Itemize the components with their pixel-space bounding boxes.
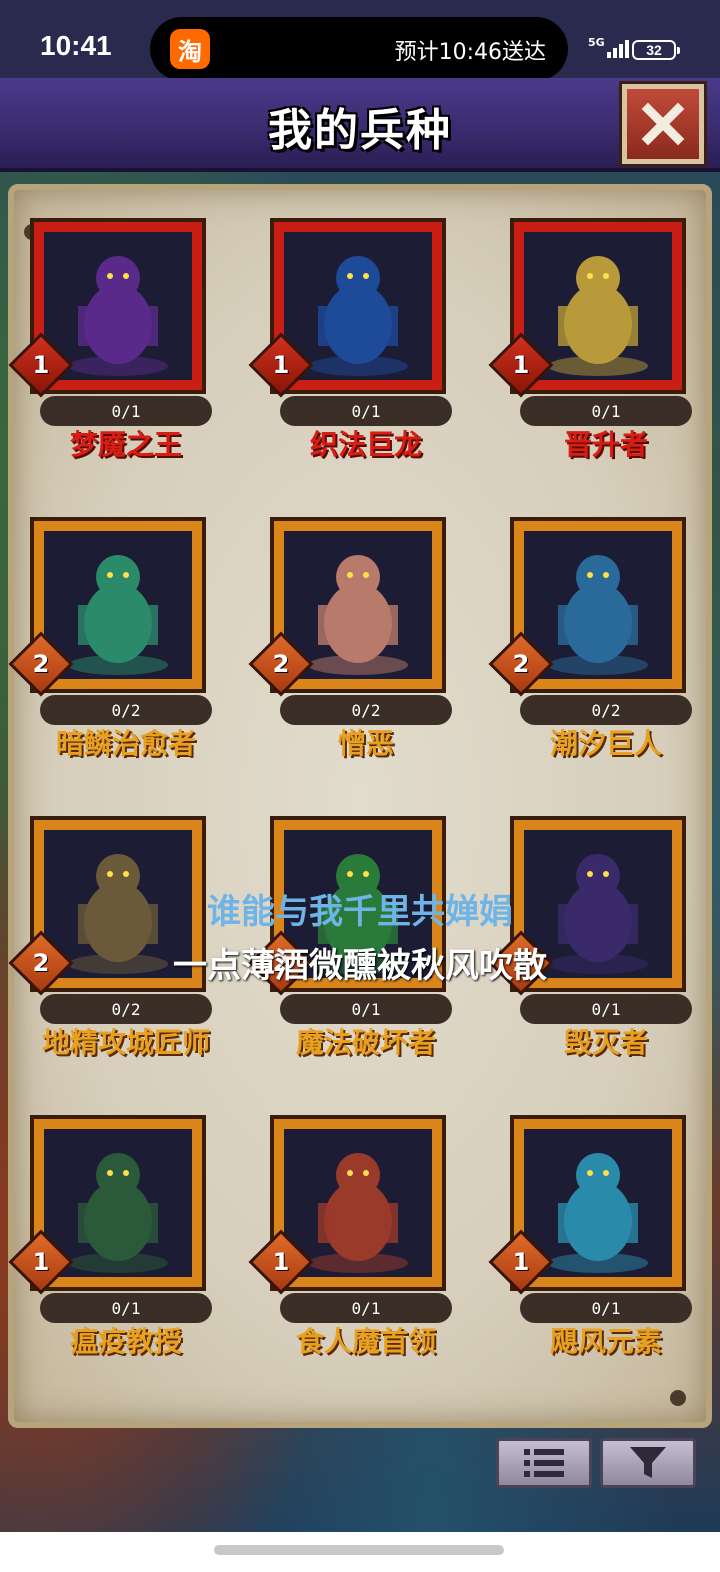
tier-number: 2 — [32, 650, 50, 678]
tier-number: 1 — [272, 1248, 290, 1276]
unit-count: 0/2 — [280, 695, 452, 725]
unit-count: 0/2 — [520, 695, 692, 725]
tier-number: 2 — [512, 650, 530, 678]
close-button[interactable] — [619, 81, 707, 167]
unit-name: 潮汐巨人 — [549, 727, 662, 760]
list-view-button[interactable] — [496, 1438, 592, 1488]
status-time: 10:41 — [40, 30, 112, 61]
unit-name: 地精攻城匠师 — [41, 1026, 210, 1059]
unit-count: 0/1 — [520, 994, 692, 1024]
unit-count: 0/1 — [280, 396, 452, 426]
unit-count: 0/1 — [520, 396, 692, 426]
network-type: 5G — [588, 36, 605, 49]
unit-name: 晋升者 — [563, 428, 648, 461]
battery-icon: 32 — [632, 40, 680, 60]
tier-number: 1 — [512, 1248, 530, 1276]
lyric-line-1: 谁能与我千里共婵娟 — [207, 892, 513, 932]
tier-number: 1 — [512, 351, 530, 379]
signal-icon: 5G — [588, 36, 629, 58]
unit-name: 梦魇之王 — [69, 428, 182, 461]
unit-name: 食人魔首领 — [295, 1325, 436, 1358]
unit-name: 瘟疫教授 — [69, 1325, 182, 1358]
unit-name: 魔法破坏者 — [295, 1026, 436, 1059]
unit-count: 0/1 — [520, 1293, 692, 1323]
page-title: 我的兵种 — [268, 105, 452, 156]
filter-button[interactable] — [600, 1438, 696, 1488]
unit-name: 飓风元素 — [549, 1325, 662, 1358]
tier-number: 1 — [32, 351, 50, 379]
tier-number: 2 — [272, 650, 290, 678]
unit-name: 毁灭者 — [563, 1026, 648, 1059]
unit-count: 0/1 — [280, 994, 452, 1024]
unit-count: 0/2 — [40, 695, 212, 725]
pin-icon — [670, 1390, 686, 1406]
filter-icon — [630, 1447, 666, 1478]
tier-number: 1 — [272, 351, 290, 379]
lyric-line-2: 一点薄酒微醺被秋风吹散 — [173, 946, 547, 986]
list-icon — [524, 1449, 564, 1477]
delivery-estimate: 预计10:46送达 — [394, 40, 546, 65]
close-icon — [641, 102, 685, 146]
unit-count: 0/1 — [40, 1293, 212, 1323]
home-indicator[interactable] — [214, 1545, 504, 1555]
tier-number: 1 — [32, 1248, 50, 1276]
unit-count: 0/1 — [40, 396, 212, 426]
unit-name: 憎恶 — [337, 727, 394, 760]
unit-name: 织法巨龙 — [309, 428, 422, 461]
page-header: 我的兵种 — [0, 78, 720, 172]
taobao-app-icon: 淘 — [170, 29, 210, 69]
unit-count: 0/1 — [280, 1293, 452, 1323]
unit-name: 暗鳞治愈者 — [55, 727, 196, 760]
dynamic-island[interactable]: 淘 预计10:46送达 — [150, 17, 568, 81]
unit-count: 0/2 — [40, 994, 212, 1024]
